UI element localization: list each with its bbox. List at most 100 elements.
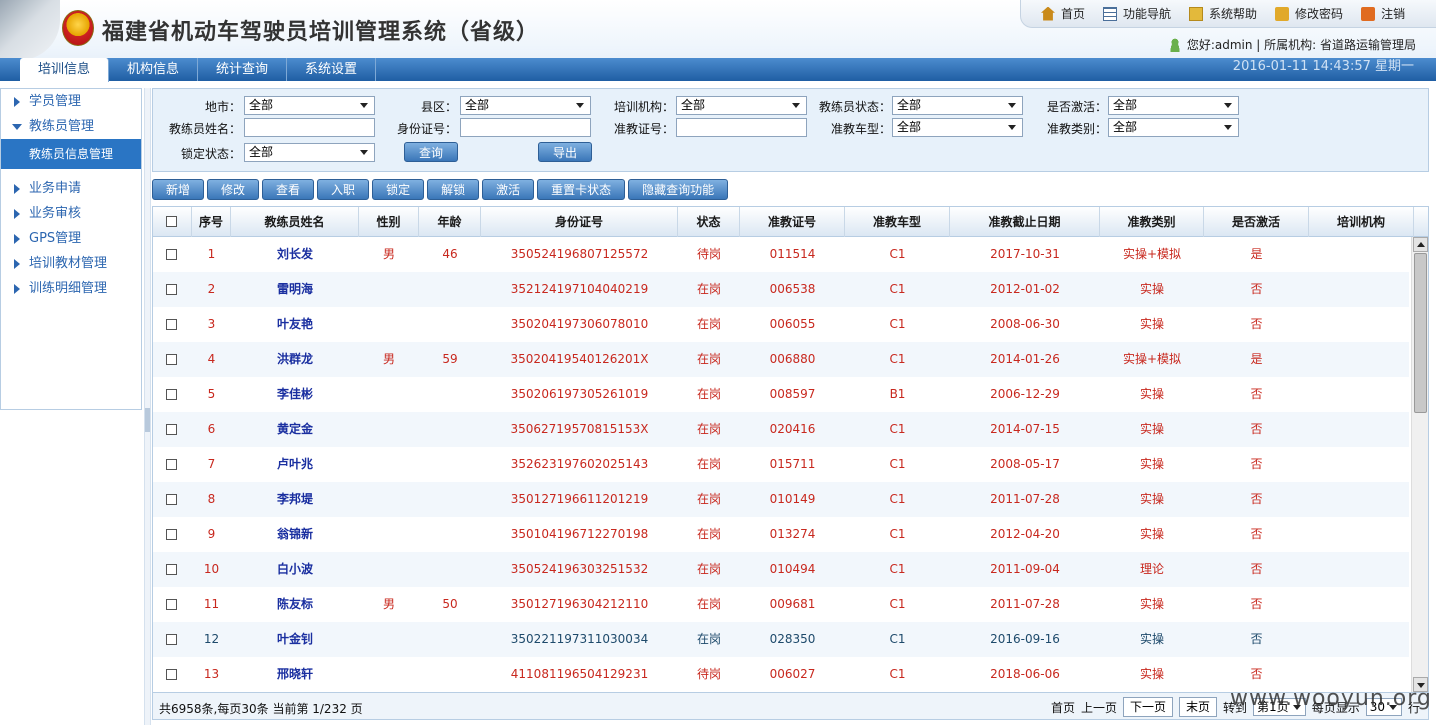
sidebar-item-training-details[interactable]: 训练明细管理 bbox=[1, 276, 141, 301]
nav-help[interactable]: 系统帮助 bbox=[1189, 5, 1257, 22]
row-checkbox[interactable] bbox=[166, 669, 177, 680]
prev-page-link[interactable]: 上一页 bbox=[1081, 699, 1117, 716]
edit-button[interactable]: 修改 bbox=[207, 179, 260, 200]
table-row[interactable]: 7 卢叶兆 352623197602025143 在岗 015711 C1 2008-05-… bbox=[153, 447, 1409, 482]
next-page-button[interactable]: 下一页 bbox=[1123, 697, 1174, 717]
header-vehicle[interactable]: 准教车型 bbox=[845, 207, 950, 237]
sidebar-item-materials[interactable]: 培训教材管理 bbox=[1, 251, 141, 276]
table-row[interactable]: 13 邢晓轩 411081196504129231 待岗 006027 C1 2018-06… bbox=[153, 657, 1409, 692]
watermark: www.wooyun.org bbox=[1230, 686, 1432, 711]
table-row[interactable]: 4 洪群龙 男 59 35020419540126201X 在岗 006880 C1 2014-… bbox=[153, 342, 1409, 377]
sidebar-item-coach-mgmt[interactable]: 教练员管理 bbox=[1, 114, 141, 139]
table-row[interactable]: 10 白小波 350524196303251532 在岗 010494 C1 2011-09… bbox=[153, 552, 1409, 587]
row-checkbox[interactable] bbox=[166, 424, 177, 435]
tab-org-info[interactable]: 机构信息 bbox=[109, 58, 199, 81]
add-button[interactable]: 新增 bbox=[152, 179, 205, 200]
header-no[interactable]: 序号 bbox=[192, 207, 231, 237]
query-button[interactable]: 查询 bbox=[404, 142, 458, 162]
nav-change-password[interactable]: 修改密码 bbox=[1275, 5, 1343, 22]
cell-age bbox=[419, 657, 481, 692]
lock-button[interactable]: 锁定 bbox=[372, 179, 425, 200]
coach-name-input[interactable] bbox=[244, 118, 375, 137]
cell-expiry: 2016-09-16 bbox=[990, 632, 1060, 646]
nav-function-guide[interactable]: 功能导航 bbox=[1103, 5, 1171, 22]
table-row[interactable]: 6 黄定金 35062719570815153X 在岗 020416 C1 2014-07-… bbox=[153, 412, 1409, 447]
scroll-thumb[interactable] bbox=[1414, 253, 1427, 413]
row-checkbox[interactable] bbox=[166, 389, 177, 400]
category-select[interactable]: 全部 bbox=[1108, 118, 1239, 137]
header-idcard[interactable]: 身份证号 bbox=[481, 207, 678, 237]
grid-scrollbar[interactable] bbox=[1411, 237, 1428, 692]
table-row[interactable]: 8 李邦堤 350127196611201219 在岗 010149 C1 2011-07-… bbox=[153, 482, 1409, 517]
nav-home[interactable]: 首页 bbox=[1041, 5, 1085, 22]
lock-status-select[interactable]: 全部 bbox=[244, 143, 375, 162]
cert-input[interactable] bbox=[676, 118, 807, 137]
chevron-down-icon bbox=[1008, 125, 1016, 130]
row-checkbox[interactable] bbox=[166, 459, 177, 470]
emblem-logo bbox=[62, 10, 94, 46]
cell-cert: 011514 bbox=[769, 247, 816, 261]
org-select[interactable]: 全部 bbox=[676, 96, 807, 115]
row-checkbox[interactable] bbox=[166, 284, 177, 295]
district-select[interactable]: 全部 bbox=[460, 96, 591, 115]
cell-cert: 009681 bbox=[769, 597, 816, 611]
row-checkbox[interactable] bbox=[166, 564, 177, 575]
header-active[interactable]: 是否激活 bbox=[1204, 207, 1309, 237]
sidebar-item-gps[interactable]: GPS管理 bbox=[1, 226, 141, 251]
row-checkbox[interactable] bbox=[166, 249, 177, 260]
scroll-up-icon[interactable] bbox=[1413, 237, 1428, 252]
table-row[interactable]: 2 雷明海 352124197104040219 在岗 006538 C1 2012-01-… bbox=[153, 272, 1409, 307]
activate-button[interactable]: 激活 bbox=[482, 179, 535, 200]
header-name[interactable]: 教练员姓名 bbox=[231, 207, 359, 237]
row-checkbox[interactable] bbox=[166, 529, 177, 540]
cell-idcard: 352623197602025143 bbox=[510, 457, 649, 471]
export-button[interactable]: 导出 bbox=[538, 142, 592, 162]
cell-idcard: 350524196303251532 bbox=[510, 562, 649, 576]
header-category[interactable]: 准教类别 bbox=[1100, 207, 1204, 237]
sidebar-subitem-coach-info[interactable]: 教练员信息管理 bbox=[1, 139, 141, 169]
cell-org bbox=[1309, 447, 1409, 482]
tab-system-settings[interactable]: 系统设置 bbox=[287, 58, 377, 81]
sidebar-item-business-review[interactable]: 业务审核 bbox=[1, 201, 141, 226]
first-page-link[interactable]: 首页 bbox=[1051, 699, 1075, 716]
header-age[interactable]: 年龄 bbox=[419, 207, 481, 237]
sidebar-item-student-mgmt[interactable]: 学员管理 bbox=[1, 89, 141, 114]
idcard-input[interactable] bbox=[460, 118, 591, 137]
activated-select[interactable]: 全部 bbox=[1108, 96, 1239, 115]
row-checkbox[interactable] bbox=[166, 599, 177, 610]
vehicle-type-select[interactable]: 全部 bbox=[892, 118, 1023, 137]
cell-cert: 020416 bbox=[769, 422, 816, 436]
sidebar-splitter[interactable] bbox=[144, 88, 151, 725]
row-checkbox[interactable] bbox=[166, 354, 177, 365]
cell-age bbox=[419, 412, 481, 447]
hide-query-button[interactable]: 隐藏查询功能 bbox=[628, 179, 729, 200]
city-select[interactable]: 全部 bbox=[244, 96, 375, 115]
unlock-button[interactable]: 解锁 bbox=[427, 179, 480, 200]
row-checkbox[interactable] bbox=[166, 494, 177, 505]
last-page-button[interactable]: 末页 bbox=[1179, 697, 1218, 717]
header-expiry[interactable]: 准教截止日期 bbox=[950, 207, 1100, 237]
onboard-button[interactable]: 入职 bbox=[317, 179, 370, 200]
row-checkbox[interactable] bbox=[166, 319, 177, 330]
row-checkbox[interactable] bbox=[166, 634, 177, 645]
table-row[interactable]: 12 叶金钊 350221197311030034 在岗 028350 C1 2016-09… bbox=[153, 622, 1409, 657]
sidebar-item-business-apply[interactable]: 业务申请 bbox=[1, 176, 141, 201]
reset-card-button[interactable]: 重置卡状态 bbox=[537, 179, 626, 200]
header-cert[interactable]: 准教证号 bbox=[740, 207, 845, 237]
table-row[interactable]: 3 叶友艳 350204197306078010 在岗 006055 C1 2008-06-… bbox=[153, 307, 1409, 342]
header-status[interactable]: 状态 bbox=[678, 207, 740, 237]
tab-training-info[interactable]: 培训信息 bbox=[20, 58, 110, 82]
table-row[interactable]: 9 翁锦新 350104196712270198 在岗 013274 C1 2012-04-… bbox=[153, 517, 1409, 552]
header-gender[interactable]: 性别 bbox=[359, 207, 419, 237]
view-button[interactable]: 查看 bbox=[262, 179, 315, 200]
tab-statistics[interactable]: 统计查询 bbox=[198, 58, 288, 81]
table-row[interactable]: 11 陈友标 男 50 350127196304212110 在岗 009681 C1 2011… bbox=[153, 587, 1409, 622]
coach-status-select[interactable]: 全部 bbox=[892, 96, 1023, 115]
select-all-checkbox[interactable] bbox=[166, 216, 177, 227]
table-row[interactable]: 5 李佳彬 350206197305261019 在岗 008597 B1 2006-12-… bbox=[153, 377, 1409, 412]
table-row[interactable]: 1 刘长发 男 46 350524196807125572 待岗 011514 C1 2017-… bbox=[153, 237, 1409, 272]
header-org[interactable]: 培训机构 bbox=[1309, 207, 1414, 237]
cell-name: 叶友艳 bbox=[276, 317, 313, 331]
nav-logout[interactable]: 注销 bbox=[1361, 5, 1405, 22]
collapse-handle[interactable] bbox=[145, 408, 150, 432]
